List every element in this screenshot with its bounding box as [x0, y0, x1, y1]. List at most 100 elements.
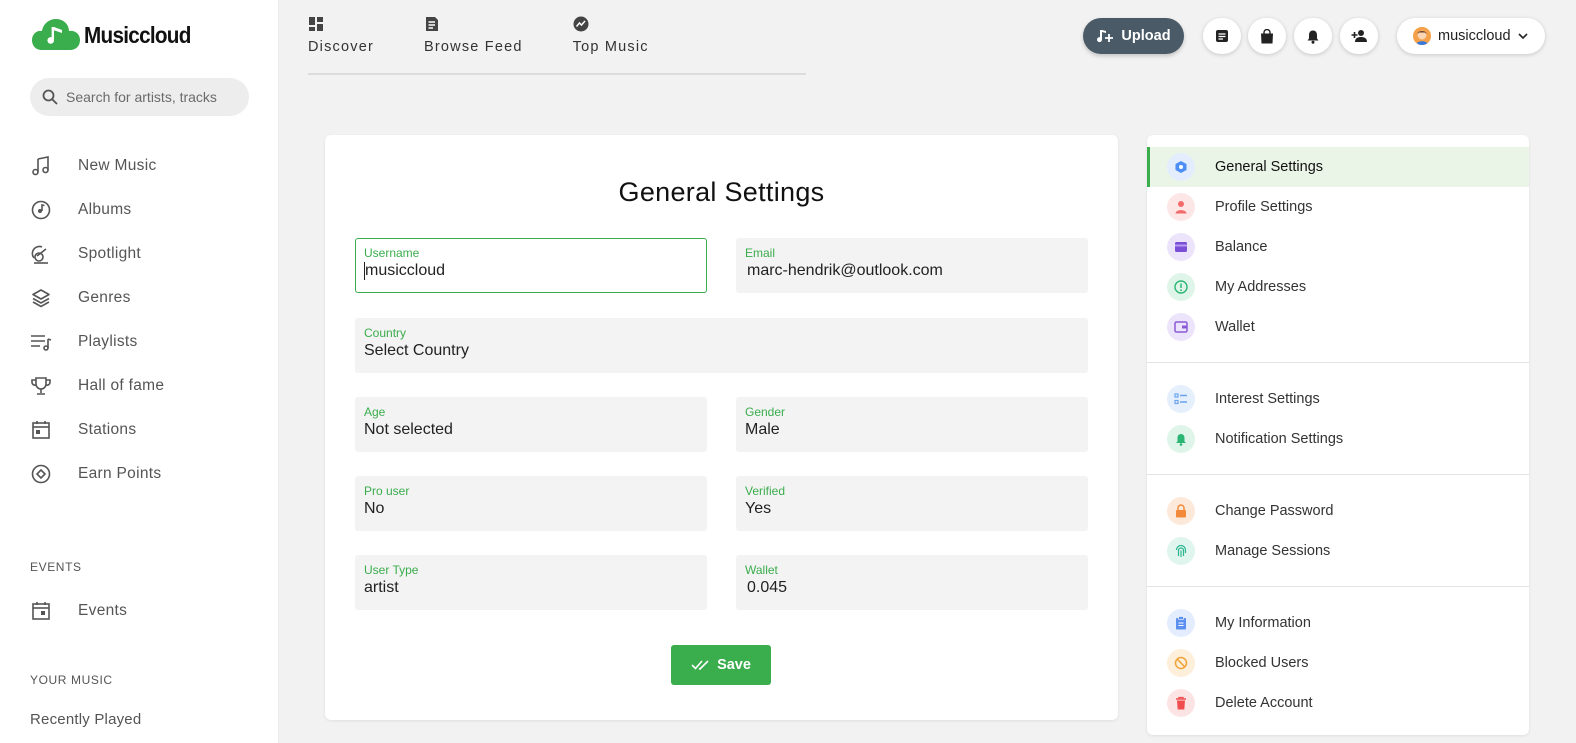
cloud-music-logo-icon [32, 19, 80, 50]
tab-label: Top Music [572, 39, 649, 55]
menu-item-blocked-users[interactable]: Blocked Users [1147, 643, 1529, 683]
shop-button[interactable] [1248, 18, 1286, 54]
username-input[interactable]: musiccloud [364, 262, 698, 280]
trash-icon [1167, 689, 1195, 717]
fingerprint-icon [1167, 537, 1195, 565]
playlist-icon [30, 331, 52, 353]
avatar [1413, 27, 1431, 45]
sidebar-item-label: New Music [78, 157, 157, 174]
tab-browse-feed[interactable]: Browse Feed [424, 14, 523, 73]
sidebar-item-stations[interactable]: Stations [30, 408, 260, 452]
menu-item-label: Manage Sessions [1215, 543, 1331, 559]
events-section-title: EVENTS [30, 560, 82, 574]
save-label: Save [717, 657, 751, 673]
trending-icon [573, 14, 589, 34]
menu-item-label: Balance [1215, 239, 1268, 255]
menu-item-delete-account[interactable]: Delete Account [1147, 683, 1529, 723]
username-label: musiccloud [1438, 28, 1511, 44]
search-bar[interactable] [30, 78, 249, 116]
sidebar-item-albums[interactable]: Albums [30, 188, 260, 232]
wallet-icon [1167, 313, 1195, 341]
notifications-button[interactable] [1294, 18, 1332, 54]
field-label: Email [745, 246, 776, 260]
checklist-icon [1167, 385, 1195, 413]
menu-item-general-settings[interactable]: General Settings [1147, 147, 1529, 187]
album-disc-icon [30, 199, 52, 221]
trophy-icon [30, 375, 52, 397]
feed-icon [424, 14, 440, 34]
menu-item-manage-sessions[interactable]: Manage Sessions [1147, 531, 1529, 571]
menu-group-preferences: Interest Settings Notification Settings [1147, 379, 1529, 459]
message-list-icon [1216, 30, 1228, 42]
menu-item-label: My Addresses [1215, 279, 1307, 295]
card-icon [1167, 233, 1195, 261]
field-label: Gender [745, 405, 786, 419]
field-label: Verified [745, 484, 786, 498]
search-icon [42, 89, 58, 105]
gender-select[interactable]: Gender Male [736, 397, 1088, 452]
email-field[interactable]: Email marc-hendrik@outlook.com [736, 238, 1088, 293]
menu-item-label: Change Password [1215, 503, 1334, 519]
menu-item-label: Blocked Users [1215, 655, 1309, 671]
sidebar-item-spotlight[interactable]: Spotlight [30, 232, 260, 276]
search-input[interactable] [66, 89, 236, 105]
messages-button[interactable] [1203, 18, 1241, 54]
menu-item-label: Notification Settings [1215, 431, 1344, 447]
tab-discover[interactable]: Discover [308, 14, 374, 73]
tab-label: Browse Feed [424, 39, 523, 55]
field-label: Pro user [364, 484, 410, 498]
menu-group-security: Change Password Manage Sessions [1147, 491, 1529, 571]
sidebar-item-genres[interactable]: Genres [30, 276, 260, 320]
field-label: Wallet [745, 563, 778, 577]
menu-item-notification-settings[interactable]: Notification Settings [1147, 419, 1529, 459]
save-button[interactable]: Save [671, 645, 771, 685]
menu-item-label: General Settings [1215, 159, 1324, 175]
menu-item-label: Interest Settings [1215, 391, 1320, 407]
user-menu-button[interactable]: musiccloud [1397, 18, 1545, 54]
sidebar-item-label: Spotlight [78, 245, 142, 262]
email-input[interactable]: marc-hendrik@outlook.com [745, 262, 1079, 280]
add-friend-button[interactable] [1340, 18, 1378, 54]
sidebar-item-new-music[interactable]: New Music [30, 144, 260, 188]
sidebar-item-hall-of-fame[interactable]: Hall of fame [30, 364, 260, 408]
menu-item-change-password[interactable]: Change Password [1147, 491, 1529, 531]
sidebar-item-earn-points[interactable]: Earn Points [30, 452, 260, 496]
username-field[interactable]: Username musiccloud [355, 238, 707, 293]
sidebar-item-label: Albums [78, 201, 132, 218]
menu-item-wallet[interactable]: Wallet [1147, 307, 1529, 347]
music-notes-icon [30, 155, 52, 177]
menu-item-balance[interactable]: Balance [1147, 227, 1529, 267]
hexagon-icon [1167, 153, 1195, 181]
user-type-field: User Type artist [355, 555, 707, 610]
clipboard-icon [1167, 609, 1195, 637]
sidebar-item-playlists[interactable]: Playlists [30, 320, 260, 364]
sidebar-item-events[interactable]: Events [30, 589, 127, 633]
menu-item-label: Delete Account [1215, 695, 1313, 711]
menu-item-label: Wallet [1215, 319, 1255, 335]
general-settings-card: General Settings Username musiccloud Ema… [325, 135, 1118, 720]
bell-icon [1307, 30, 1319, 44]
sidebar-item-label: Genres [78, 289, 131, 306]
upload-button[interactable]: Upload [1083, 18, 1184, 54]
menu-item-my-addresses[interactable]: My Addresses [1147, 267, 1529, 307]
chevron-down-icon [1517, 32, 1528, 39]
menu-item-my-information[interactable]: My Information [1147, 603, 1529, 643]
stations-icon [30, 419, 52, 441]
your-music-section-title: YOUR MUSIC [30, 673, 113, 687]
logo[interactable]: Musiccloud [32, 18, 203, 52]
sidebar-item-recently-played[interactable]: Recently Played [30, 711, 141, 728]
menu-group-account: General Settings Profile Settings Balanc… [1147, 147, 1529, 347]
person-add-icon [1351, 30, 1367, 42]
country-select[interactable]: Country Select Country [355, 318, 1088, 373]
settings-menu: General Settings Profile Settings Balanc… [1147, 135, 1529, 735]
tab-top-music[interactable]: Top Music [573, 14, 649, 73]
menu-item-profile-settings[interactable]: Profile Settings [1147, 187, 1529, 227]
menu-item-interest-settings[interactable]: Interest Settings [1147, 379, 1529, 419]
music-add-icon [1097, 30, 1114, 43]
wallet-field: Wallet 0.045 [736, 555, 1088, 610]
wallet-value: 0.045 [747, 579, 788, 596]
age-select[interactable]: Age Not selected [355, 397, 707, 452]
field-label: Age [364, 405, 386, 419]
bell-icon [1167, 425, 1195, 453]
lock-icon [1167, 497, 1195, 525]
